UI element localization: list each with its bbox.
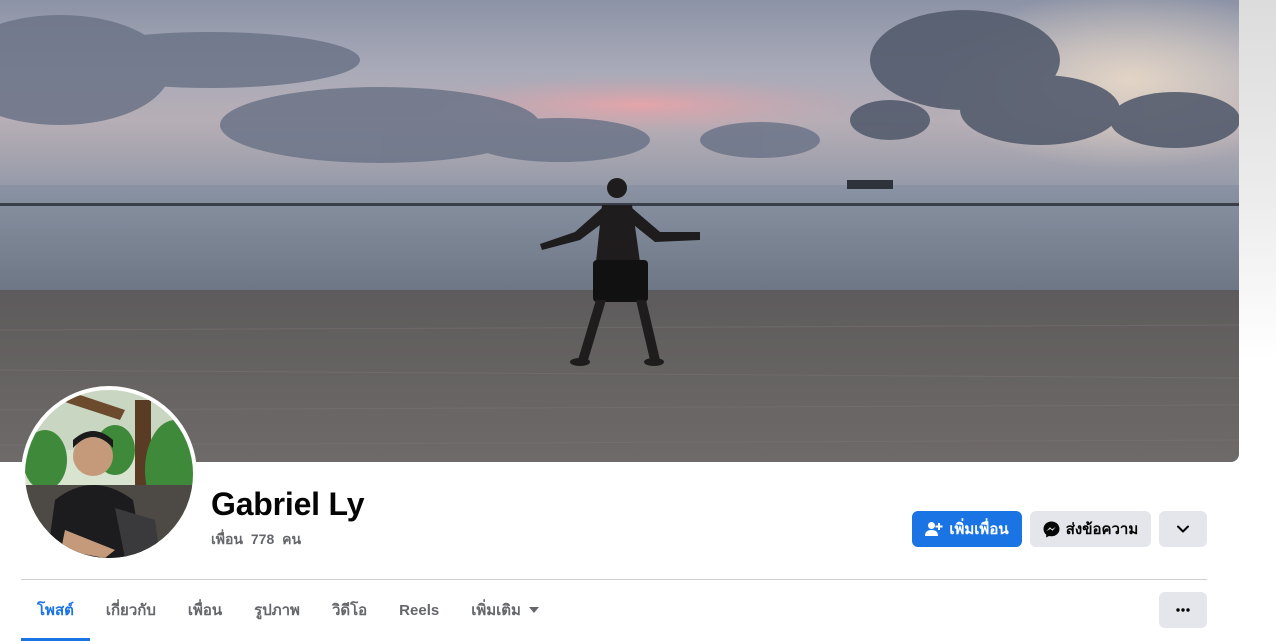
tab-label: วิดีโอ xyxy=(331,602,368,619)
tab-videos[interactable]: วิดีโอ xyxy=(316,580,383,640)
profile-options-dropdown[interactable] xyxy=(1159,511,1207,547)
profile-page: Gabriel Ly เพื่อน 778 คน เพิ่มเพื่อน ส่ง… xyxy=(0,0,1276,641)
tabs-overflow-button[interactable] xyxy=(1159,592,1207,628)
ellipsis-icon xyxy=(1176,608,1190,612)
profile-tabs: โพสต์ เกี่ยวกับ เพื่อน รูปภาพ วิดีโอ Ree… xyxy=(21,580,555,641)
tab-photos[interactable]: รูปภาพ xyxy=(238,580,316,640)
tab-label: รูปภาพ xyxy=(254,602,300,619)
scroll-gutter xyxy=(1239,0,1276,360)
tab-label: เพื่อน xyxy=(187,602,223,619)
tab-reels[interactable]: Reels xyxy=(383,580,455,640)
friends-unit: คน xyxy=(282,531,302,547)
tab-label: Reels xyxy=(399,601,440,619)
friends-count-link[interactable]: เพื่อน 778 คน xyxy=(211,529,301,551)
friends-number: 778 xyxy=(250,531,275,547)
chevron-down-icon xyxy=(1177,525,1189,533)
tab-friends[interactable]: เพื่อน xyxy=(172,580,238,640)
profile-name: Gabriel Ly xyxy=(211,486,365,522)
tab-label: เพิ่มเติม xyxy=(471,602,521,619)
tab-label: เกี่ยวกับ xyxy=(105,602,156,619)
person-add-icon xyxy=(925,521,943,537)
caret-down-icon xyxy=(528,607,539,613)
tab-about[interactable]: เกี่ยวกับ xyxy=(90,580,172,640)
cover-photo[interactable] xyxy=(0,0,1239,462)
tab-label: โพสต์ xyxy=(37,602,74,619)
add-friend-button[interactable]: เพิ่มเพื่อน xyxy=(912,511,1022,547)
friends-label: เพื่อน xyxy=(211,531,243,547)
messenger-icon xyxy=(1043,521,1060,538)
profile-avatar[interactable] xyxy=(21,386,197,562)
message-label: ส่งข้อความ xyxy=(1065,521,1139,538)
add-friend-label: เพิ่มเพื่อน xyxy=(949,521,1009,538)
tab-posts[interactable]: โพสต์ xyxy=(21,580,90,641)
message-button[interactable]: ส่งข้อความ xyxy=(1030,511,1151,547)
tab-more[interactable]: เพิ่มเติม xyxy=(455,580,555,640)
